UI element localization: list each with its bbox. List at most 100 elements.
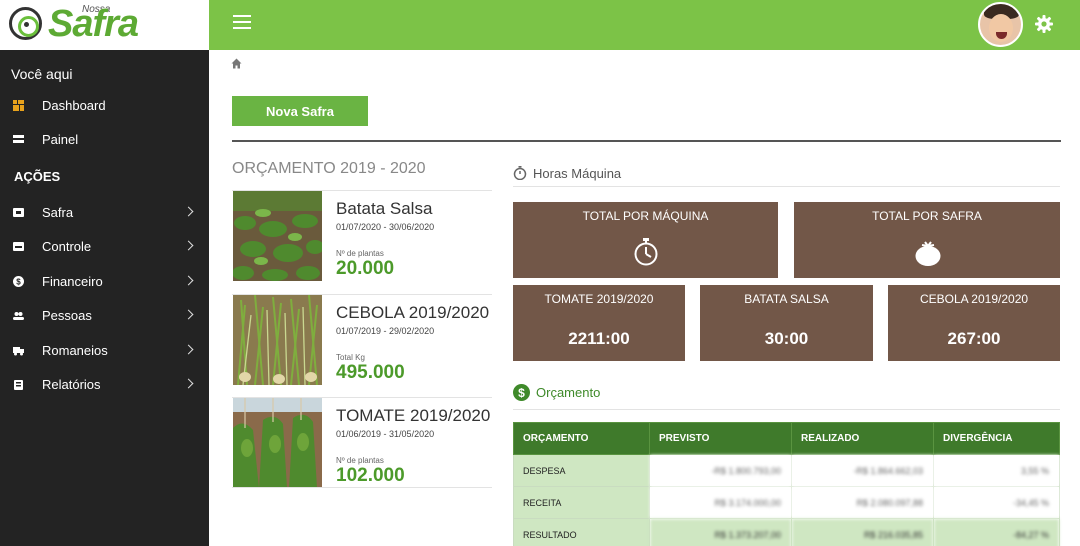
safra-name: TOMATE 2019/2020 <box>336 406 491 425</box>
table-row: DESPESA -R$ 1.800.793,00 -R$ 1.864.662,0… <box>513 454 1060 487</box>
safra-card-cebola[interactable]: CEBOLA 2019/2020 01/07/2019 - 29/02/2020… <box>232 294 492 385</box>
chevron-right-icon <box>183 275 194 286</box>
sidebar-item-painel[interactable]: Painel <box>0 126 209 156</box>
tile-label: TOTAL POR SAFRA <box>872 209 982 223</box>
safra-metric-value: 20.000 <box>336 258 395 279</box>
sidebar-item-relatorios[interactable]: Relatórios <box>0 371 209 401</box>
orcamento-title: Orçamento <box>536 385 601 400</box>
orcamento-header: $ Orçamento <box>513 382 1060 410</box>
column-header: PREVISTO <box>649 422 792 455</box>
chevron-right-icon <box>183 309 194 320</box>
row-label: DESPESA <box>513 454 650 487</box>
sidebar-item-controle[interactable]: Controle <box>0 233 209 263</box>
tile-total-por-safra[interactable]: TOTAL POR SAFRA <box>794 202 1060 278</box>
cell-previsto: R$ 1.373.207,00 <box>649 518 792 546</box>
tile-cebola[interactable]: CEBOLA 2019/2020 267:00 <box>888 285 1060 361</box>
safra-metric-value: 102.000 <box>336 465 405 486</box>
row-label: RECEITA <box>513 486 650 519</box>
sidebar-item-label: Controle <box>42 239 92 254</box>
cell-divergencia: 3,55 % <box>933 454 1060 487</box>
logo-main-text: Safra <box>48 3 139 45</box>
column-header: DIVERGÊNCIA <box>933 422 1060 455</box>
panel-icon <box>13 135 24 143</box>
safra-card-tomate[interactable]: TOMATE 2019/2020 01/06/2019 - 31/05/2020… <box>232 397 492 488</box>
safra-metric-value: 495.000 <box>336 362 405 383</box>
cell-realizado: R$ 2.080.097,88 <box>791 486 934 519</box>
sidebar-item-romaneios[interactable]: Romaneios <box>0 337 209 367</box>
report-icon <box>14 380 23 390</box>
horas-maquina-header: Horas Máquina <box>513 163 1060 187</box>
safra-card-batata[interactable]: Batata Salsa 01/07/2020 - 30/06/2020 Nº … <box>232 190 492 281</box>
tile-tomate[interactable]: TOMATE 2019/2020 2211:00 <box>513 285 685 361</box>
cell-divergencia: -84,27 % <box>933 518 1060 546</box>
divider <box>232 140 1061 142</box>
sidebar-item-label: Painel <box>42 132 79 147</box>
tile-batata-salsa[interactable]: BATATA SALSA 30:00 <box>700 285 873 361</box>
sidebar-item-label: Safra <box>42 205 74 220</box>
safra-name: Batata Salsa <box>336 199 433 218</box>
horas-maquina-title: Horas Máquina <box>533 166 622 181</box>
stopwatch-icon <box>634 238 658 266</box>
logo[interactable]: Nossa Safra <box>0 0 209 50</box>
sidebar-item-label: Pessoas <box>42 308 92 323</box>
table-row: RESULTADO R$ 1.373.207,00 R$ 216.035,85 … <box>513 518 1060 546</box>
safra-dates: 01/07/2020 - 30/06/2020 <box>336 222 435 232</box>
sidebar-item-label: Romaneios <box>42 343 108 358</box>
tile-label: TOTAL POR MÁQUINA <box>582 209 709 223</box>
table-row: RECEITA R$ 3.174.000,00 R$ 2.080.097,88 … <box>513 486 1060 519</box>
tile-value: 267:00 <box>947 329 1001 348</box>
cell-divergencia: -34,45 % <box>933 486 1060 519</box>
app-root: Nossa Safra Você aqui Dashboard Painel A… <box>0 0 1080 546</box>
row-label: RESULTADO <box>513 518 650 546</box>
hamburger-menu-icon[interactable] <box>233 15 251 30</box>
home-icon[interactable] <box>231 58 242 69</box>
cell-realizado: -R$ 1.864.662,03 <box>791 454 934 487</box>
gear-icon[interactable] <box>1034 14 1054 34</box>
logo-ring-icon <box>9 7 42 40</box>
cell-previsto: R$ 3.174.000,00 <box>649 486 792 519</box>
sidebar-item-pessoas[interactable]: Pessoas <box>0 302 209 332</box>
tile-value: 2211:00 <box>568 329 630 348</box>
people-icon <box>13 312 24 320</box>
table-header-row: ORÇAMENTO PREVISTO REALIZADO DIVERGÊNCIA <box>513 422 1060 455</box>
orcamento-list-title: ORÇAMENTO 2019 - 2020 <box>232 160 426 177</box>
dollar-circle-icon: $ <box>513 384 530 401</box>
cell-previsto: -R$ 1.800.793,00 <box>649 454 792 487</box>
tile-value: 30:00 <box>764 329 809 348</box>
sidebar-item-label: Relatórios <box>42 377 101 392</box>
chevron-right-icon <box>183 344 194 355</box>
sidebar-item-financeiro[interactable]: $ Financeiro <box>0 268 209 298</box>
top-bar <box>209 0 1080 50</box>
sidebar-item-label: Financeiro <box>42 274 103 289</box>
tile-label: BATATA SALSA <box>744 292 829 306</box>
chevron-right-icon <box>183 378 194 389</box>
safra-dates: 01/07/2019 - 29/02/2020 <box>336 326 435 336</box>
tile-label: CEBOLA 2019/2020 <box>919 292 1029 306</box>
sidebar-item-label: Dashboard <box>42 98 106 113</box>
sidebar-item-dashboard[interactable]: Dashboard <box>0 92 209 122</box>
svg-text:$: $ <box>16 278 21 287</box>
dollar-icon: $ <box>13 276 24 287</box>
svg-text:$: $ <box>518 386 525 400</box>
dashboard-icon <box>13 100 24 111</box>
controle-icon <box>13 242 24 251</box>
orcamento-table: ORÇAMENTO PREVISTO REALIZADO DIVERGÊNCIA… <box>513 422 1060 546</box>
sidebar-item-safra[interactable]: Safra <box>0 199 209 229</box>
nova-safra-button[interactable]: Nova Safra <box>232 96 368 126</box>
stopwatch-icon <box>513 166 527 180</box>
safra-icon <box>13 208 24 217</box>
chevron-right-icon <box>183 240 194 251</box>
crop-photo-batata <box>233 191 322 281</box>
column-header: ORÇAMENTO <box>513 422 650 455</box>
tile-total-por-maquina[interactable]: TOTAL POR MÁQUINA <box>513 202 778 278</box>
avatar[interactable] <box>978 2 1023 47</box>
voce-aqui-label: Você aqui <box>11 66 73 82</box>
safra-dates: 01/06/2019 - 31/05/2020 <box>336 429 435 439</box>
column-header: REALIZADO <box>791 422 934 455</box>
safra-metric-label: Total Kg <box>336 353 365 362</box>
chevron-right-icon <box>183 206 194 217</box>
crop-photo-cebola <box>233 295 322 385</box>
sidebar: Nossa Safra Você aqui Dashboard Painel A… <box>0 0 209 546</box>
tomato-icon <box>915 241 941 266</box>
safra-metric-label: Nº de plantas <box>336 249 384 258</box>
